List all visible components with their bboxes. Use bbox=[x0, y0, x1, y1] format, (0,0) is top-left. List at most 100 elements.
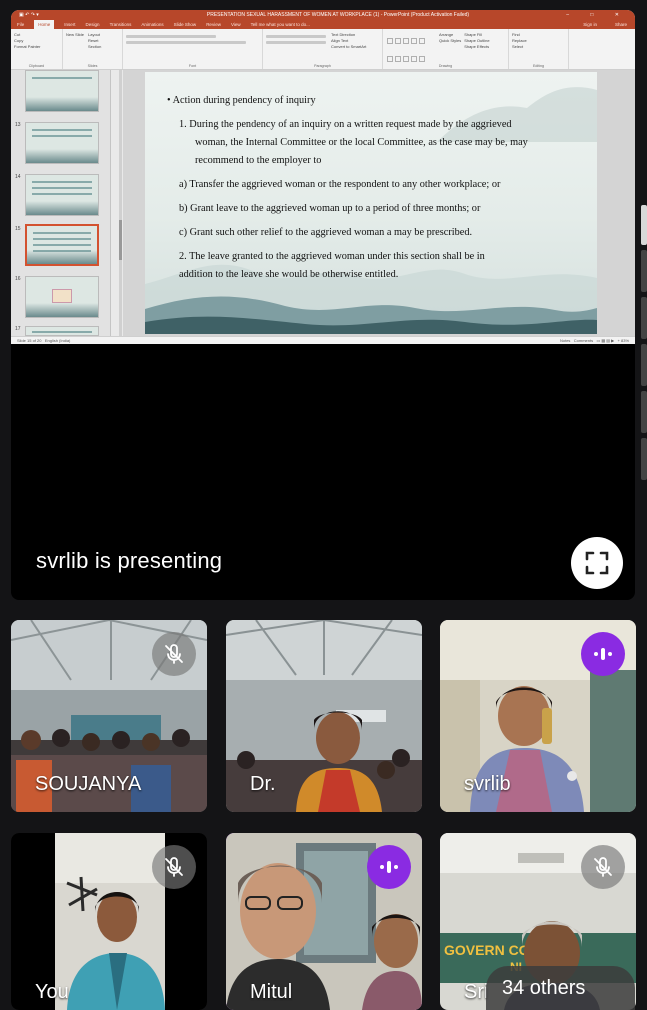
group-label-font: Font bbox=[188, 64, 197, 68]
share-button[interactable]: Share bbox=[615, 20, 627, 29]
participant-name: Sri bbox=[464, 981, 489, 1003]
group-label-drawing: Drawing bbox=[438, 64, 453, 68]
thumbnail-number: 17 bbox=[15, 326, 21, 332]
tab-slide-show[interactable]: Slide Show bbox=[174, 20, 197, 29]
fullscreen-button[interactable] bbox=[571, 537, 623, 589]
ppt-window-title: PRESENTATION SEXUAL HARASSMENT OF WOMEN … bbox=[206, 12, 470, 18]
group-label-editing: Editing bbox=[533, 64, 544, 68]
side-panel-tab[interactable] bbox=[641, 438, 647, 480]
others-button[interactable]: 34 others bbox=[486, 966, 635, 1010]
window-controls-icon: – □ ✕ bbox=[566, 12, 629, 18]
mic-off-indicator bbox=[581, 845, 625, 889]
new-slide-button[interactable]: New Slide bbox=[66, 32, 84, 50]
current-slide[interactable]: • Action during pendency of inquiry 1. D… bbox=[145, 72, 597, 334]
group-label-paragraph: Paragraph bbox=[314, 64, 331, 68]
side-panel-tab[interactable] bbox=[641, 391, 647, 433]
participant-name: svrlib bbox=[464, 773, 511, 795]
ribbon-group-editing: Find Replace Select Editing bbox=[509, 29, 569, 69]
slide-thumbnail[interactable] bbox=[25, 276, 99, 318]
thumbnail-number: 16 bbox=[15, 276, 21, 282]
slide-thumbnail[interactable] bbox=[25, 122, 99, 164]
ribbon-group-clipboard: Cut Copy Format Painter Clipboard bbox=[11, 29, 63, 69]
fullscreen-icon bbox=[585, 551, 609, 575]
ppt-status-bar: Slide 15 of 20 English (India) Notes Com… bbox=[11, 336, 635, 344]
slide-paragraph-1-line-1: 1. During the pendency of an inquiry on … bbox=[179, 119, 512, 130]
participant-name: You bbox=[35, 981, 69, 1003]
slide-count-label: Slide 15 of 20 bbox=[17, 338, 42, 343]
mic-off-icon bbox=[594, 857, 612, 877]
presenting-label: svrlib is presenting bbox=[36, 548, 223, 573]
slide-thumbnail-pane[interactable]: 13 14 15 16 17 bbox=[11, 70, 111, 336]
tab-animations[interactable]: Animations bbox=[141, 20, 163, 29]
tab-home[interactable]: Home bbox=[34, 20, 55, 29]
convert-smartart-button[interactable]: Convert to SmartArt bbox=[331, 44, 366, 50]
section-button[interactable]: Section bbox=[88, 44, 101, 50]
thumbnail-number: 13 bbox=[15, 122, 21, 128]
ribbon-group-font: Font bbox=[123, 29, 263, 69]
select-button[interactable]: Select bbox=[512, 44, 565, 50]
ribbon-group-paragraph: Text Direction Align Text Convert to Sma… bbox=[263, 29, 383, 69]
slide-item-b: b) Grant leave to the aggrieved woman up… bbox=[179, 203, 481, 214]
meet-screen: ▣ ↶ ↷ ▾ PRESENTATION SEXUAL HARASSMENT O… bbox=[0, 0, 647, 1010]
participant-tile-mitul[interactable]: Mitul bbox=[226, 833, 422, 1010]
side-panel-tab[interactable] bbox=[641, 250, 647, 292]
presentation-stage[interactable]: ▣ ↶ ↷ ▾ PRESENTATION SEXUAL HARASSMENT O… bbox=[11, 10, 635, 600]
slide-item-a: a) Transfer the aggrieved woman or the r… bbox=[179, 179, 501, 190]
slide-editing-area: • Action during pendency of inquiry 1. D… bbox=[123, 70, 635, 336]
group-label-slides: Slides bbox=[87, 64, 98, 68]
view-buttons-icon[interactable]: ▭ ▦ ▤ ▶ bbox=[596, 338, 614, 343]
tab-insert[interactable]: Insert bbox=[64, 20, 75, 29]
side-panel-tab[interactable] bbox=[641, 344, 647, 386]
slide-paragraph-1-line-3: recommend to the employer to bbox=[195, 155, 322, 166]
tell-me-search[interactable]: Tell me what you want to do... bbox=[251, 20, 310, 29]
tab-file[interactable]: File bbox=[17, 20, 24, 29]
participant-name: Dr. bbox=[250, 773, 276, 795]
shape-effects-button[interactable]: Shape Effects bbox=[464, 44, 489, 50]
ribbon-group-drawing: Arrange Quick Styles Shape Fill Shape Ou… bbox=[383, 29, 509, 69]
zoom-level[interactable]: + 83% bbox=[618, 338, 629, 343]
slide-thumbnail-selected[interactable] bbox=[25, 224, 99, 266]
mic-off-icon bbox=[165, 857, 183, 877]
ppt-ribbon-tabs: File Home Insert Design Transitions Anim… bbox=[11, 20, 635, 29]
slide-thumbnail[interactable] bbox=[25, 326, 99, 336]
participant-name: Mitul bbox=[250, 981, 293, 1003]
side-panel-tab[interactable] bbox=[641, 297, 647, 339]
thumbnail-number: 14 bbox=[15, 174, 21, 180]
speaking-indicator bbox=[367, 845, 411, 889]
ppt-ribbon: Cut Copy Format Painter Clipboard New Sl… bbox=[11, 29, 635, 70]
ribbon-group-slides: New Slide Layout Reset Section Slides bbox=[63, 29, 123, 69]
slide-paragraph-1-line-2: woman, the Internal Committee or the loc… bbox=[195, 137, 528, 148]
tab-design[interactable]: Design bbox=[86, 20, 100, 29]
tab-review[interactable]: Review bbox=[206, 20, 221, 29]
mic-off-icon bbox=[165, 644, 183, 664]
quick-styles-button[interactable]: Quick Styles bbox=[439, 38, 461, 44]
participant-tile-you[interactable]: You bbox=[11, 833, 207, 1010]
speaking-indicator bbox=[581, 632, 625, 676]
slide-thumbnail[interactable] bbox=[25, 70, 99, 112]
tab-transitions[interactable]: Transitions bbox=[110, 20, 132, 29]
mist-mountain-graphic bbox=[437, 87, 597, 142]
format-painter-button[interactable]: Format Painter bbox=[14, 44, 59, 50]
tab-view[interactable]: View bbox=[231, 20, 241, 29]
comments-button[interactable]: Comments bbox=[574, 338, 593, 343]
participant-tile-svrlib[interactable]: svrlib bbox=[440, 620, 636, 812]
slide-bullet-heading: • Action during pendency of inquiry bbox=[167, 95, 316, 106]
notes-button[interactable]: Notes bbox=[560, 338, 570, 343]
ppt-quick-access-icons: ▣ ↶ ↷ ▾ bbox=[19, 12, 39, 18]
slide-item-c: c) Grant such other relief to the aggrie… bbox=[179, 227, 473, 238]
slide-paragraph-2-line-2: addition to the leave she would be other… bbox=[179, 269, 399, 280]
sign-in-link[interactable]: Sign in bbox=[583, 20, 597, 29]
mic-off-indicator bbox=[152, 845, 196, 889]
participant-tile-soujanya[interactable]: SOUJANYA bbox=[11, 620, 207, 812]
thumbnail-number: 15 bbox=[15, 226, 21, 232]
language-label: English (India) bbox=[44, 338, 71, 343]
thumbnail-scrollbar[interactable] bbox=[119, 70, 122, 336]
participant-tile-dr[interactable]: Dr. bbox=[226, 620, 422, 812]
ppt-title-bar: ▣ ↶ ↷ ▾ PRESENTATION SEXUAL HARASSMENT O… bbox=[11, 10, 635, 20]
side-panel-tab[interactable] bbox=[641, 205, 647, 245]
mic-off-indicator bbox=[152, 632, 196, 676]
audio-level-icon bbox=[380, 861, 398, 873]
slide-thumbnail[interactable] bbox=[25, 174, 99, 216]
shared-powerpoint-window: ▣ ↶ ↷ ▾ PRESENTATION SEXUAL HARASSMENT O… bbox=[11, 10, 635, 344]
participant-name: SOUJANYA bbox=[35, 773, 142, 795]
